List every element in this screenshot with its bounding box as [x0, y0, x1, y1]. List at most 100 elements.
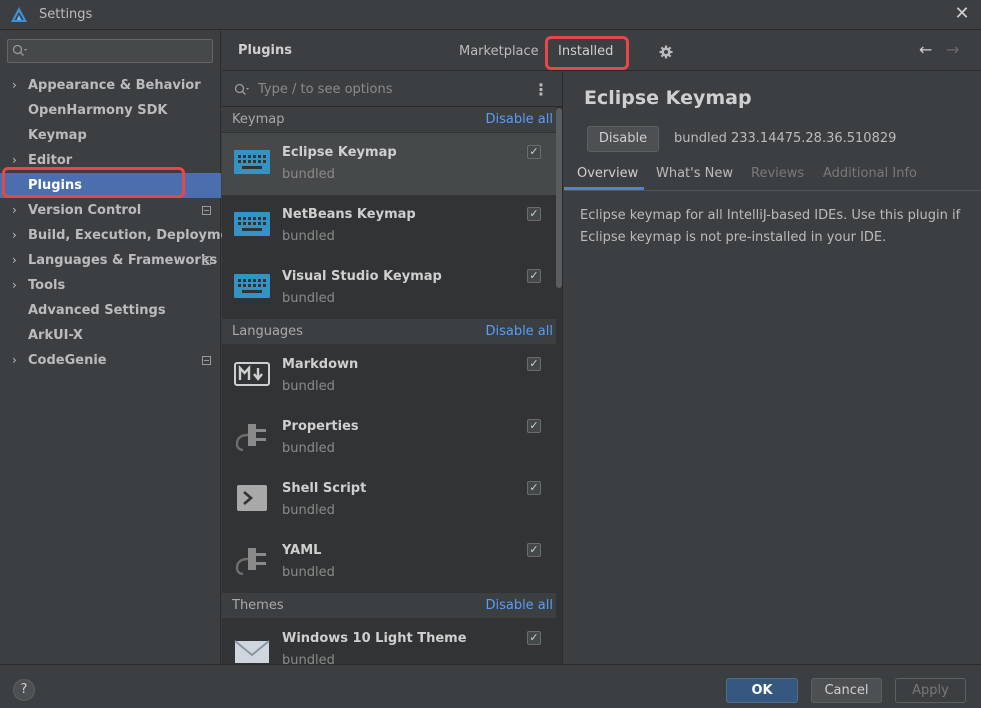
plugin-enabled-checkbox[interactable]: ✓ [527, 631, 541, 645]
plugin-source: bundled [282, 291, 335, 306]
chevron-right-icon[interactable]: › [12, 248, 22, 273]
plugin-icon-wrap [234, 359, 270, 389]
plugin-icon-wrap [234, 209, 270, 239]
help-button[interactable]: ? [13, 679, 35, 701]
keyboard-icon [234, 274, 270, 298]
chevron-right-icon[interactable]: › [12, 223, 22, 248]
plugin-name: NetBeans Keymap [282, 207, 416, 222]
plugin-enabled-checkbox[interactable]: ✓ [527, 481, 541, 495]
plugin-name: Shell Script [282, 481, 367, 496]
settings-tree: › Appearance & Behavior OpenHarmony SDK Key… [0, 73, 245, 373]
chevron-right-icon[interactable]: › [12, 273, 22, 298]
sidebar-item-label: OpenHarmony SDK [28, 103, 168, 118]
sidebar-item-build-execution-deployment[interactable]: › Build, Execution, Deployment [0, 223, 245, 248]
plugin-source: bundled [282, 653, 335, 664]
plugin-item[interactable]: Visual Studio Keymap bundled ✓ [222, 257, 556, 319]
sidebar-item-label: Version Control [28, 203, 142, 218]
sidebar-item-appearance-behavior[interactable]: › Appearance & Behavior [0, 73, 221, 98]
envelope-icon [234, 640, 270, 663]
plugins-header: Plugins Marketplace Installed ← → [222, 31, 981, 71]
plugin-item[interactable]: YAML bundled ✓ [222, 531, 556, 593]
sidebar-item-advanced-settings[interactable]: Advanced Settings [0, 298, 221, 323]
plugin-name: Markdown [282, 357, 359, 372]
forward-arrow-icon[interactable]: → [946, 40, 959, 59]
plugin-icon-wrap [234, 147, 270, 177]
plugin-icon-wrap [234, 483, 270, 513]
group-header-themes: Themes Disable all [222, 593, 556, 618]
title-bar: Settings ✕ [0, 0, 981, 30]
plugin-search-input[interactable]: Type / to see options ⋮ [222, 72, 562, 107]
plugin-enabled-checkbox[interactable]: ✓ [527, 543, 541, 557]
plugin-detail: Eclipse Keymap Disable bundled 233.14475… [564, 72, 981, 664]
plugin-icon-wrap [234, 421, 270, 452]
tab-additional-info[interactable]: Additional Info [823, 166, 917, 181]
sidebar-item-arkui-x[interactable]: ArkUI-X [0, 323, 221, 348]
plugin-enabled-checkbox[interactable]: ✓ [527, 207, 541, 221]
tab-marketplace[interactable]: Marketplace [459, 44, 539, 59]
plug-icon [235, 424, 266, 452]
sidebar-item-keymap[interactable]: Keymap [0, 123, 221, 148]
sidebar-item-label: CodeGenie [28, 353, 107, 368]
cancel-button[interactable]: Cancel [811, 678, 882, 703]
app-logo-icon [11, 7, 27, 22]
plugin-icon-wrap [234, 545, 270, 576]
plugin-item[interactable]: Windows 10 Light Theme bundled ✓ [222, 619, 556, 664]
terminal-icon [237, 485, 267, 511]
sidebar-item-tools[interactable]: › Tools [0, 273, 221, 298]
group-name: Themes [232, 598, 284, 613]
sidebar-search-input[interactable] [7, 39, 213, 63]
project-level-icon [202, 356, 211, 365]
sidebar-item-label: Appearance & Behavior [28, 78, 201, 93]
plugin-source: bundled [282, 441, 335, 456]
keyboard-icon [234, 212, 270, 236]
chevron-right-icon[interactable]: › [12, 348, 22, 373]
installed-highlight-box [545, 36, 629, 70]
plugin-item[interactable]: Eclipse Keymap bundled ✓ [222, 133, 556, 195]
plug-icon [235, 548, 266, 576]
plugin-search-placeholder: Type / to see options [258, 82, 393, 97]
disable-all-link[interactable]: Disable all [485, 598, 553, 613]
gear-icon[interactable] [659, 45, 673, 59]
disable-button[interactable]: Disable [587, 126, 659, 152]
chevron-right-icon[interactable]: › [12, 73, 22, 98]
more-options-icon[interactable]: ⋮ [533, 80, 549, 99]
search-icon [234, 83, 249, 95]
sidebar-item-label: ArkUI-X [28, 328, 83, 343]
plugin-enabled-checkbox[interactable]: ✓ [527, 419, 541, 433]
plugin-enabled-checkbox[interactable]: ✓ [527, 145, 541, 159]
keyboard-icon [234, 150, 270, 174]
back-arrow-icon[interactable]: ← [919, 40, 932, 59]
plugin-enabled-checkbox[interactable]: ✓ [527, 269, 541, 283]
plugin-item[interactable]: Markdown bundled ✓ [222, 345, 556, 407]
plugin-name: Properties [282, 419, 359, 434]
plugin-item[interactable]: NetBeans Keymap bundled ✓ [222, 195, 556, 257]
plugin-detail-title: Eclipse Keymap [584, 87, 752, 109]
plugins-highlight-box [2, 167, 185, 198]
plugin-version: bundled 233.14475.28.36.510829 [674, 131, 897, 146]
sidebar-item-languages-frameworks[interactable]: › Languages & Frameworks [0, 248, 221, 273]
disable-all-link[interactable]: Disable all [485, 324, 553, 339]
plugin-enabled-checkbox[interactable]: ✓ [527, 357, 541, 371]
tab-reviews[interactable]: Reviews [751, 166, 804, 181]
group-name: Languages [232, 324, 303, 339]
plugin-icon-wrap [234, 271, 270, 301]
plugin-source: bundled [282, 167, 335, 182]
plugin-item[interactable]: Properties bundled ✓ [222, 407, 556, 469]
sidebar-item-label: Tools [28, 278, 66, 293]
chevron-right-icon[interactable]: › [12, 198, 22, 223]
sidebar-item-version-control[interactable]: › Version Control [0, 198, 221, 223]
apply-button[interactable]: Apply [895, 678, 966, 703]
plugin-name: Windows 10 Light Theme [282, 631, 467, 646]
ok-button[interactable]: OK [726, 678, 798, 703]
plugin-item[interactable]: Shell Script bundled ✓ [222, 469, 556, 531]
plugin-source: bundled [282, 503, 335, 518]
group-header-keymap: Keymap Disable all [222, 107, 556, 132]
list-scrollbar-thumb[interactable] [556, 108, 562, 288]
close-icon[interactable]: ✕ [951, 3, 973, 25]
disable-all-link[interactable]: Disable all [485, 112, 553, 127]
sidebar-item-codegenie[interactable]: › CodeGenie [0, 348, 221, 373]
group-name: Keymap [232, 112, 285, 127]
tab-whats-new[interactable]: What's New [656, 166, 733, 181]
sidebar-item-openharmony-sdk[interactable]: OpenHarmony SDK [0, 98, 221, 123]
tab-overview[interactable]: Overview [577, 166, 638, 181]
